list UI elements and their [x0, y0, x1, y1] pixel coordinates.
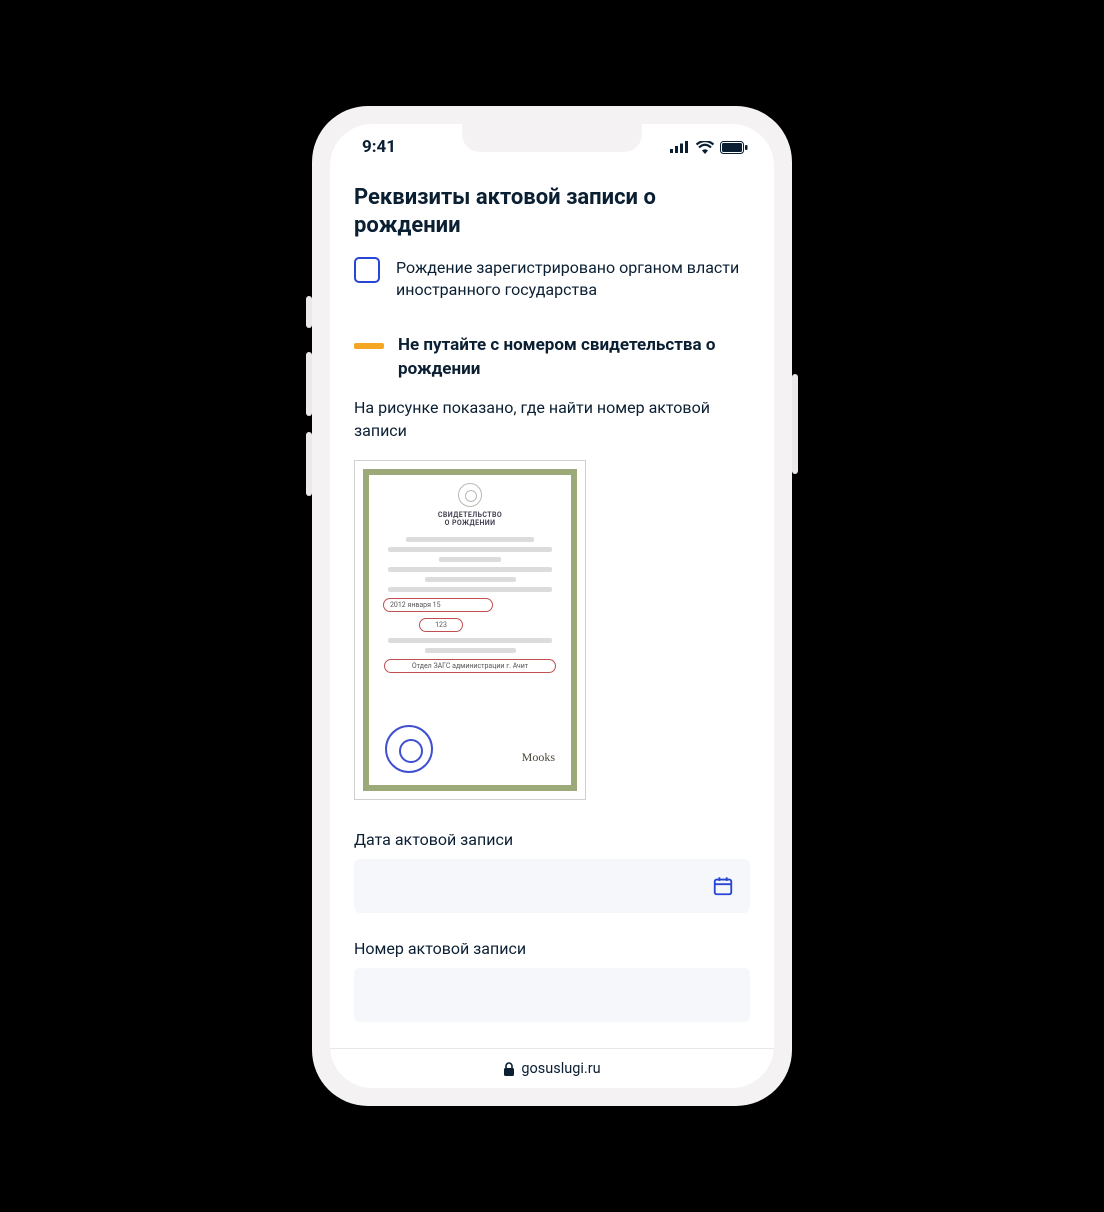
- skeleton-line: [406, 537, 533, 542]
- url-text: gosuslugi.ru: [521, 1060, 600, 1077]
- skeleton-line: [425, 648, 516, 653]
- content[interactable]: Реквизиты актовой записи о рождении Рожд…: [330, 170, 774, 1048]
- hint-text: На рисунке показано, где найти номер акт…: [354, 397, 750, 442]
- power-button: [792, 374, 798, 474]
- warning-accent-bar: [354, 343, 384, 349]
- page-title: Реквизиты актовой записи о рождении: [354, 184, 750, 239]
- wifi-icon: [696, 141, 714, 154]
- certificate-dept-highlight: Отдел ЗАГС администрации г. Ачит: [384, 659, 557, 673]
- phone-frame: 9:41 Реквизиты актовой записи о рождении…: [312, 106, 792, 1106]
- foreign-registered-checkbox[interactable]: [354, 257, 380, 283]
- skeleton-line: [388, 638, 552, 643]
- notch: [462, 124, 642, 152]
- battery-icon: [720, 141, 748, 154]
- calendar-icon[interactable]: [712, 875, 734, 897]
- certificate-title: СВИДЕТЕЛЬСТВОО РОЖДЕНИИ: [379, 511, 561, 527]
- record-date-label: Дата актовой записи: [354, 830, 750, 849]
- warning-block: Не путайте с номером свидетельства о рож…: [354, 334, 750, 382]
- certificate-emblem-icon: [458, 483, 482, 507]
- skeleton-line: [425, 577, 516, 582]
- certificate-illustration: СВИДЕТЕЛЬСТВОО РОЖДЕНИИ 2012 января 15 1…: [354, 460, 586, 800]
- foreign-registered-label: Рождение зарегистрировано органом власти…: [396, 257, 750, 302]
- side-button: [306, 296, 312, 328]
- certificate-date-highlight: 2012 января 15: [383, 598, 493, 612]
- volume-up-button: [306, 352, 312, 416]
- skeleton-line: [388, 567, 552, 572]
- signature: Mooks: [522, 750, 555, 765]
- lock-icon: [503, 1062, 515, 1076]
- cellular-icon: [670, 141, 690, 153]
- skeleton-line: [388, 547, 552, 552]
- browser-url-bar[interactable]: gosuslugi.ru: [330, 1048, 774, 1088]
- skeleton-line: [439, 557, 501, 562]
- certificate-number-highlight: 123: [419, 618, 463, 632]
- record-number-label: Номер актовой записи: [354, 939, 750, 958]
- status-time: 9:41: [362, 137, 396, 157]
- skeleton-line: [388, 587, 552, 592]
- record-date-input[interactable]: [354, 859, 750, 913]
- volume-down-button: [306, 432, 312, 496]
- stamp-icon: [385, 725, 433, 773]
- record-number-input[interactable]: [354, 968, 750, 1022]
- status-icons: [670, 141, 748, 154]
- screen: 9:41 Реквизиты актовой записи о рождении…: [330, 124, 774, 1088]
- warning-title: Не путайте с номером свидетельства о рож…: [398, 334, 750, 382]
- foreign-registered-checkbox-row[interactable]: Рождение зарегистрировано органом власти…: [354, 257, 750, 302]
